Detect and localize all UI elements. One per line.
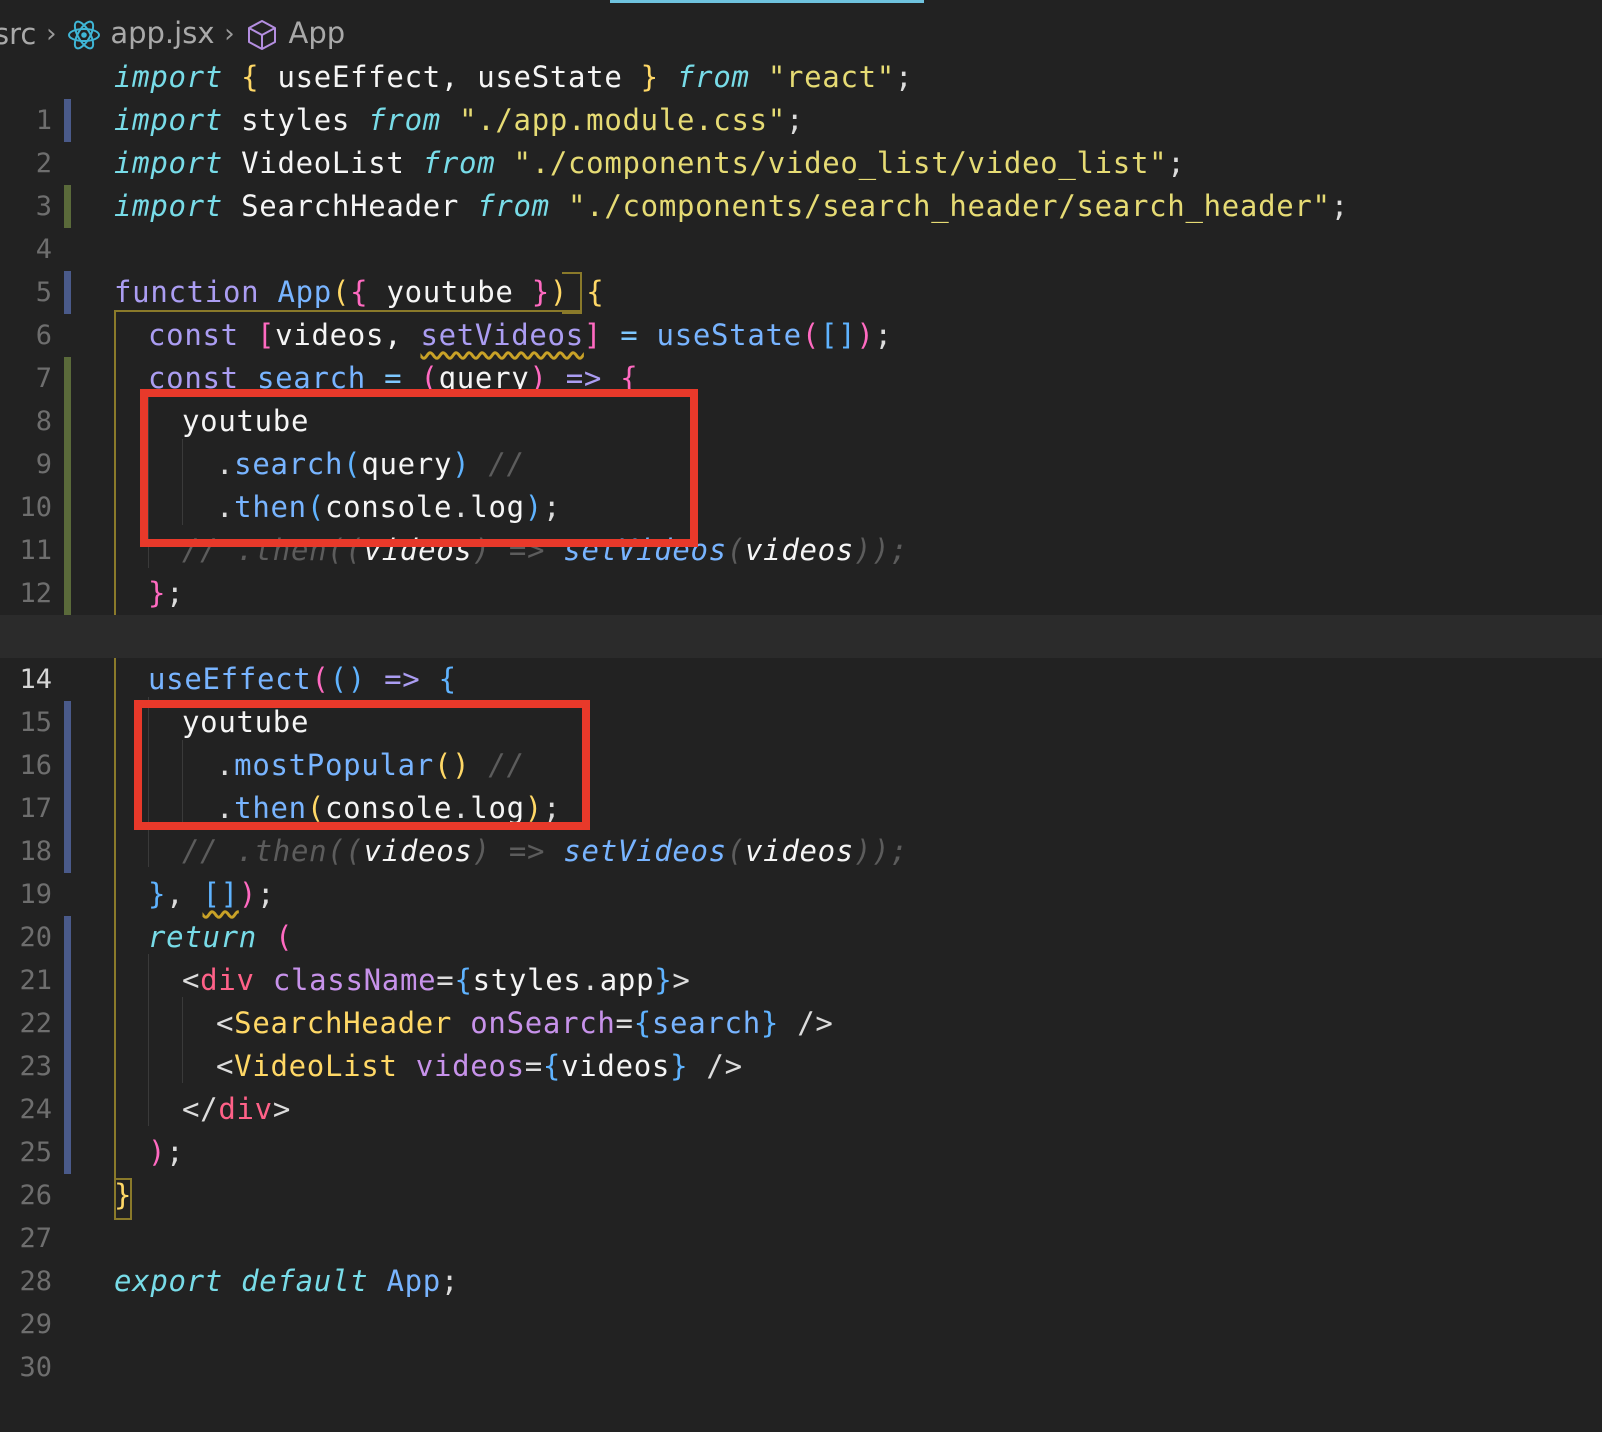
code-line[interactable]: 24 <VideoList videos={videos} /> — [0, 1045, 1602, 1125]
highlight-box-search-call — [140, 389, 698, 547]
gutter-added-marker[interactable] — [64, 443, 71, 486]
active-tab-indicator — [610, 0, 924, 3]
code-text: ); — [148, 1135, 185, 1169]
code-line[interactable]: 26 ); — [0, 1131, 1602, 1211]
gutter-added-marker[interactable] — [64, 185, 71, 228]
code-line[interactable]: 4 import SearchHeader from "./components… — [0, 185, 1602, 265]
code-line[interactable]: 21 return ( — [0, 916, 1602, 996]
code-line[interactable]: 28 — [0, 1217, 1602, 1297]
breadcrumb-folder[interactable]: src — [0, 17, 36, 51]
cube-icon — [248, 19, 277, 50]
code-text: import VideoList from "./components/vide… — [114, 146, 1186, 180]
code-text: }; — [148, 576, 185, 610]
gutter-modified-marker[interactable] — [64, 701, 71, 744]
react-icon — [68, 20, 101, 49]
gutter-added-marker[interactable] — [64, 357, 71, 400]
gutter-modified-marker[interactable] — [64, 1131, 71, 1174]
code-text: } — [114, 1178, 133, 1212]
code-line[interactable]: 5 — [0, 228, 1602, 308]
code-line[interactable]: 30 — [0, 1303, 1602, 1383]
code-text: import { useEffect, useState } from "rea… — [114, 60, 914, 94]
gutter-modified-marker[interactable] — [64, 916, 71, 959]
code-line[interactable]: 1 import { useEffect, useState } from "r… — [0, 56, 1602, 136]
gutter-modified-marker[interactable] — [64, 1002, 71, 1045]
code-text: // .then((videos) => setVideos(videos)); — [182, 834, 909, 868]
chevron-right-icon: › — [46, 19, 57, 49]
line-number: 30 — [19, 1352, 52, 1383]
code-text: return ( — [148, 920, 294, 954]
gutter-modified-marker[interactable] — [64, 1045, 71, 1088]
code-text: export default App; — [114, 1264, 460, 1298]
gutter-modified-marker[interactable] — [64, 959, 71, 1002]
code-text: import SearchHeader from "./components/s… — [114, 189, 1349, 223]
gutter-modified-marker[interactable] — [64, 1088, 71, 1131]
code-text: }, []); — [148, 877, 276, 911]
code-text: import styles from "./app.module.css"; — [114, 103, 805, 137]
code-line-current[interactable]: 14 — [0, 615, 1602, 695]
gutter-modified-marker[interactable] — [64, 787, 71, 830]
code-text: function App({ youtube }) { — [114, 275, 605, 309]
gutter-modified-marker[interactable] — [64, 744, 71, 787]
code-text: <VideoList videos={videos} /> — [216, 1049, 743, 1083]
gutter-added-marker[interactable] — [64, 529, 71, 572]
code-line[interactable]: 25 </div> — [0, 1088, 1602, 1168]
code-line[interactable]: 23 <SearchHeader onSearch={search} /> — [0, 1002, 1602, 1082]
gutter-modified-marker[interactable] — [64, 99, 71, 142]
code-line[interactable]: 7 const [videos, setVideos] = useState([… — [0, 314, 1602, 394]
code-text: <div className={styles.app}> — [182, 963, 691, 997]
gutter-modified-marker[interactable] — [64, 271, 71, 314]
code-text: useEffect(() => { — [148, 662, 457, 696]
code-text: <SearchHeader onSearch={search} /> — [216, 1006, 834, 1040]
breadcrumb-file-label: app.jsx — [110, 15, 215, 50]
breadcrumb-symbol-label: App — [288, 15, 346, 50]
code-line[interactable]: 29 export default App; — [0, 1260, 1602, 1340]
code-line[interactable]: 15 useEffect(() => { — [0, 658, 1602, 738]
breadcrumb-file[interactable]: app.jsx — [66, 16, 214, 53]
breadcrumb-symbol[interactable]: App — [244, 16, 345, 53]
code-line[interactable]: 22 <div className={styles.app}> — [0, 959, 1602, 1039]
code-line[interactable]: 20 }, []); — [0, 873, 1602, 953]
chevron-right-icon: › — [224, 19, 235, 49]
gutter-added-marker[interactable] — [64, 486, 71, 529]
highlight-box-mostpopular-call — [134, 700, 590, 830]
gutter-added-marker[interactable] — [64, 572, 71, 615]
breadcrumb: src › app.jsx › App — [0, 12, 345, 56]
code-text: </div> — [182, 1092, 291, 1126]
gutter-added-marker[interactable] — [64, 400, 71, 443]
code-editor[interactable]: 1 import { useEffect, useState } from "r… — [0, 56, 1602, 1410]
code-line[interactable]: 3 import VideoList from "./components/vi… — [0, 142, 1602, 222]
gutter-modified-marker[interactable] — [64, 830, 71, 873]
code-line[interactable]: 2 import styles from "./app.module.css"; — [0, 99, 1602, 179]
code-line[interactable]: 27 } — [0, 1174, 1602, 1254]
code-line[interactable]: 19 // .then((videos) => setVideos(videos… — [0, 830, 1602, 910]
code-line[interactable]: 6 function App({ youtube }) { — [0, 271, 1602, 351]
code-text: const [videos, setVideos] = useState([])… — [148, 318, 893, 352]
code-line[interactable]: 13 }; — [0, 572, 1602, 652]
